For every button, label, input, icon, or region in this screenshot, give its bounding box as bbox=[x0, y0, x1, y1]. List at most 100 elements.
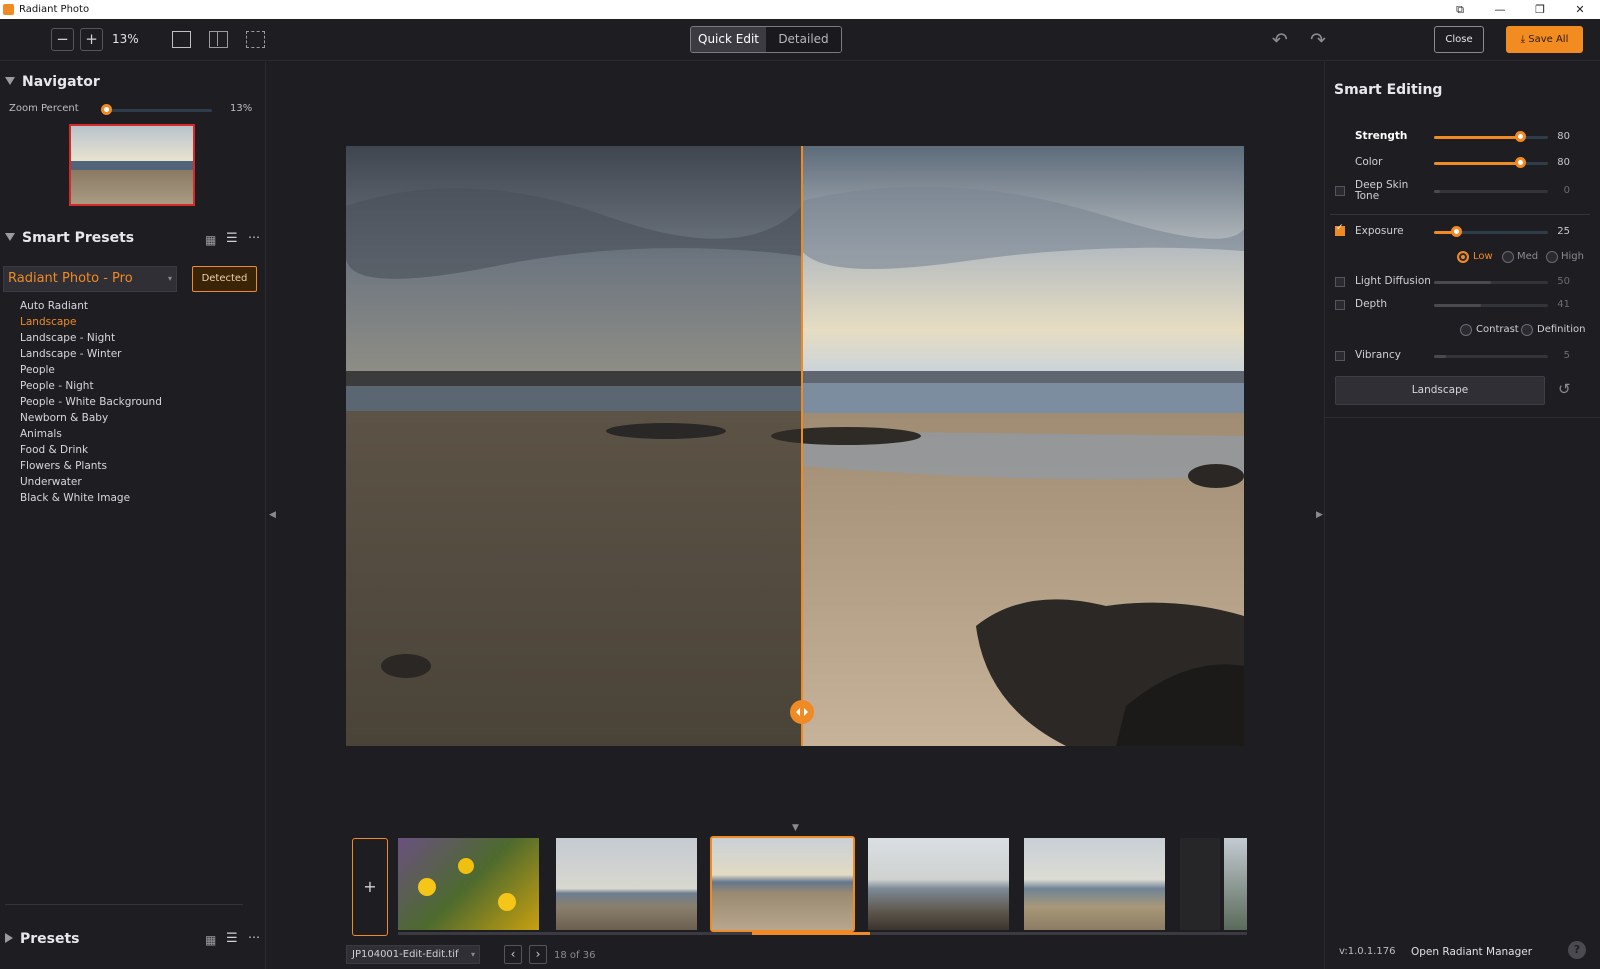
tab-detailed-edit[interactable]: Detailed Edit bbox=[766, 27, 841, 52]
preset-item[interactable]: Food & Drink bbox=[20, 442, 162, 458]
save-all-button[interactable]: ⤓ Save All bbox=[1506, 26, 1583, 53]
image-counter: 18 of 36 bbox=[554, 950, 596, 961]
deep-skin-tone-slider-fill bbox=[1434, 190, 1440, 193]
depth-contrast-radio[interactable] bbox=[1460, 324, 1472, 336]
zoom-level: 13% bbox=[112, 32, 139, 46]
smart-editing-title: Smart Editing bbox=[1334, 82, 1443, 98]
restore-icon[interactable]: ⧉ bbox=[1440, 0, 1480, 19]
vibrancy-slider[interactable] bbox=[1434, 355, 1548, 358]
next-image-button[interactable]: › bbox=[529, 945, 547, 964]
close-button[interactable]: Close bbox=[1434, 26, 1484, 53]
zoom-out-button[interactable]: − bbox=[51, 28, 74, 51]
filmstrip-thumb-selected[interactable] bbox=[710, 836, 855, 932]
more-options-icon[interactable]: ⋯ bbox=[248, 230, 260, 244]
zoom-slider-handle[interactable] bbox=[101, 104, 112, 115]
filmstrip-thumb[interactable] bbox=[1024, 838, 1165, 930]
open-radiant-manager-link[interactable]: Open Radiant Manager bbox=[1411, 946, 1532, 958]
preset-item[interactable]: Landscape - Night bbox=[20, 330, 162, 346]
filmstrip-marker-icon: ▼ bbox=[792, 823, 799, 833]
strength-slider-fill bbox=[1434, 136, 1520, 139]
filmstrip-thumb[interactable] bbox=[868, 838, 1009, 930]
list-view-icon[interactable]: ☰ bbox=[226, 231, 238, 246]
divider bbox=[5, 904, 243, 905]
color-label: Color bbox=[1355, 156, 1383, 168]
preset-item[interactable]: Black & White Image bbox=[20, 490, 162, 506]
filename-dropdown[interactable]: JP104001-Edit-Edit.tif ▾ bbox=[346, 945, 480, 964]
zoom-percent-label: Zoom Percent bbox=[9, 103, 79, 114]
deep-skin-tone-slider[interactable] bbox=[1434, 190, 1548, 193]
navigator-thumbnail[interactable] bbox=[69, 124, 195, 206]
depth-value: 41 bbox=[1557, 299, 1570, 310]
photo-canvas[interactable] bbox=[346, 146, 1244, 746]
preset-item[interactable]: Auto Radiant bbox=[20, 298, 162, 314]
collapse-icon bbox=[5, 77, 15, 85]
collapse-right-panel-icon[interactable]: ▶ bbox=[1316, 510, 1323, 520]
filmstrip-thumb[interactable] bbox=[1224, 838, 1247, 930]
filmstrip-thumb[interactable] bbox=[1180, 838, 1220, 930]
redo-icon[interactable]: ↷ bbox=[1310, 29, 1326, 51]
grid-view-icon[interactable]: ▦ bbox=[205, 233, 216, 247]
side-by-side-icon[interactable] bbox=[246, 31, 265, 48]
minimize-button[interactable]: — bbox=[1480, 0, 1520, 19]
help-icon[interactable]: ? bbox=[1568, 941, 1586, 959]
preset-item-selected[interactable]: Landscape bbox=[20, 314, 162, 330]
exposure-med-radio[interactable] bbox=[1502, 251, 1514, 263]
vibrancy-checkbox[interactable] bbox=[1335, 351, 1345, 361]
presets-header[interactable]: Presets bbox=[5, 931, 80, 947]
deep-skin-tone-label: Deep Skin Tone bbox=[1355, 179, 1409, 202]
smart-presets-header[interactable]: Smart Presets bbox=[5, 230, 134, 246]
zoom-slider-track[interactable] bbox=[106, 109, 212, 112]
divider bbox=[1325, 417, 1600, 418]
preset-item[interactable]: People - Night bbox=[20, 378, 162, 394]
maximize-button[interactable]: ❐ bbox=[1520, 0, 1560, 19]
split-view-icon[interactable] bbox=[209, 31, 228, 48]
navigator-header[interactable]: Navigator bbox=[5, 74, 100, 90]
light-diffusion-checkbox[interactable] bbox=[1335, 277, 1345, 287]
single-view-icon[interactable] bbox=[172, 31, 191, 48]
filmstrip-thumb[interactable] bbox=[556, 838, 697, 930]
more-options-icon[interactable]: ⋯ bbox=[248, 930, 260, 944]
color-slider-handle[interactable] bbox=[1515, 157, 1526, 168]
landscape-preset-button[interactable]: Landscape bbox=[1335, 376, 1545, 405]
close-window-button[interactable]: ✕ bbox=[1560, 0, 1600, 19]
detected-button[interactable]: Detected bbox=[192, 266, 257, 292]
exposure-high-label: High bbox=[1561, 251, 1584, 262]
preset-pack-dropdown[interactable]: Radiant Photo - Pro ▾ bbox=[3, 266, 177, 292]
preset-item[interactable]: People bbox=[20, 362, 162, 378]
filmstrip-scroll-thumb[interactable] bbox=[752, 932, 870, 935]
preset-item[interactable]: Flowers & Plants bbox=[20, 458, 162, 474]
exposure-med-label: Med bbox=[1517, 251, 1539, 262]
reset-icon[interactable]: ↺ bbox=[1558, 380, 1571, 398]
add-image-button[interactable]: + bbox=[352, 838, 388, 936]
preset-item[interactable]: Underwater bbox=[20, 474, 162, 490]
exposure-slider-handle[interactable] bbox=[1451, 226, 1462, 237]
list-view-icon[interactable]: ☰ bbox=[226, 931, 238, 946]
exposure-high-radio[interactable] bbox=[1546, 251, 1558, 263]
undo-icon[interactable]: ↶ bbox=[1272, 29, 1288, 51]
color-slider-fill bbox=[1434, 162, 1520, 165]
download-icon: ⤓ bbox=[1520, 34, 1526, 45]
top-toolbar: − + 13% Quick Edit Detailed Edit ↶ ↷ Clo… bbox=[0, 19, 1600, 61]
grid-view-icon[interactable]: ▦ bbox=[205, 933, 216, 947]
tab-quick-edit[interactable]: Quick Edit bbox=[691, 27, 766, 52]
previous-image-button[interactable]: ‹ bbox=[504, 945, 522, 964]
save-all-label: Save All bbox=[1528, 34, 1569, 45]
filmstrip: + bbox=[352, 836, 1247, 936]
depth-checkbox[interactable] bbox=[1335, 300, 1345, 310]
filmstrip-thumb[interactable] bbox=[398, 838, 539, 930]
strength-slider-handle[interactable] bbox=[1515, 131, 1526, 142]
preset-item[interactable]: Newborn & Baby bbox=[20, 410, 162, 426]
collapse-left-panel-icon[interactable]: ◀ bbox=[269, 510, 276, 520]
deep-skin-tone-checkbox[interactable] bbox=[1335, 186, 1345, 196]
divider bbox=[1330, 214, 1590, 215]
light-diffusion-value: 50 bbox=[1557, 276, 1570, 287]
zoom-in-button[interactable]: + bbox=[80, 28, 103, 51]
checkmark-icon: ✓ bbox=[1336, 223, 1344, 233]
exposure-low-radio[interactable] bbox=[1457, 251, 1469, 263]
preset-item[interactable]: People - White Background bbox=[20, 394, 162, 410]
depth-definition-radio[interactable] bbox=[1521, 324, 1533, 336]
preset-item[interactable]: Landscape - Winter bbox=[20, 346, 162, 362]
preset-item[interactable]: Animals bbox=[20, 426, 162, 442]
vibrancy-label: Vibrancy bbox=[1355, 349, 1401, 361]
light-diffusion-slider-fill bbox=[1434, 281, 1491, 284]
